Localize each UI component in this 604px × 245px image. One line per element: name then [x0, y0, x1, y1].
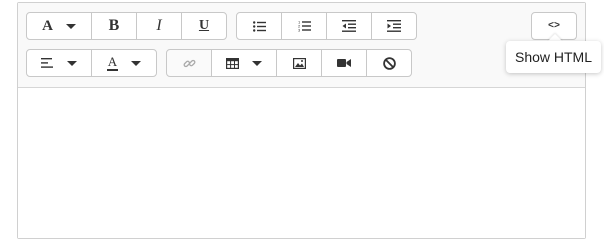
rich-text-editor: A B I U 1 2 3 <> A	[17, 2, 586, 239]
list-group: 1 2 3	[236, 12, 417, 40]
clear-formatting-icon	[382, 56, 396, 70]
link-button[interactable]	[166, 49, 212, 77]
svg-text:3: 3	[298, 28, 301, 33]
font-color-dropdown-button[interactable]: A	[91, 49, 157, 77]
outdent-button[interactable]	[326, 12, 372, 40]
italic-icon: I	[156, 17, 162, 34]
indent-button[interactable]	[371, 12, 417, 40]
underline-button[interactable]: U	[181, 12, 227, 40]
insert-group	[166, 49, 412, 77]
insert-video-button[interactable]	[321, 49, 367, 77]
code-view-icon: <>	[547, 20, 560, 32]
clear-formatting-button[interactable]	[366, 49, 412, 77]
video-icon	[337, 59, 351, 67]
font-style-group: A B I U	[26, 12, 227, 40]
editor-toolbar: A B I U 1 2 3 <> A	[18, 3, 585, 88]
numbered-list-button[interactable]: 1 2 3	[281, 12, 327, 40]
bold-icon: B	[108, 17, 120, 34]
italic-button[interactable]: I	[136, 12, 182, 40]
bulleted-list-button[interactable]	[236, 12, 282, 40]
tooltip-text: Show HTML	[514, 49, 593, 65]
chevron-down-icon	[252, 60, 262, 66]
insert-image-button[interactable]	[276, 49, 322, 77]
numbered-list-icon: 1 2 3	[298, 20, 311, 32]
font-icon: A	[42, 17, 53, 34]
align-dropdown-button[interactable]	[26, 49, 92, 77]
chevron-down-icon	[131, 60, 141, 66]
link-icon	[183, 59, 195, 67]
bold-button[interactable]: B	[91, 12, 137, 40]
chevron-down-icon	[65, 23, 76, 29]
font-color-icon: A	[107, 53, 118, 71]
table-icon	[226, 57, 239, 69]
indent-icon	[387, 20, 401, 32]
bulleted-list-icon	[252, 20, 266, 32]
paragraph-style-group: A	[26, 49, 157, 77]
chevron-down-icon	[67, 60, 77, 66]
outdent-icon	[342, 20, 356, 32]
table-dropdown-button[interactable]	[211, 49, 277, 77]
image-icon	[292, 57, 306, 69]
editor-content-area[interactable]	[18, 88, 585, 238]
show-html-tooltip: Show HTML	[506, 41, 601, 73]
align-left-icon	[41, 58, 53, 68]
font-dropdown-button[interactable]: A	[26, 12, 92, 40]
underline-icon: U	[198, 18, 210, 33]
